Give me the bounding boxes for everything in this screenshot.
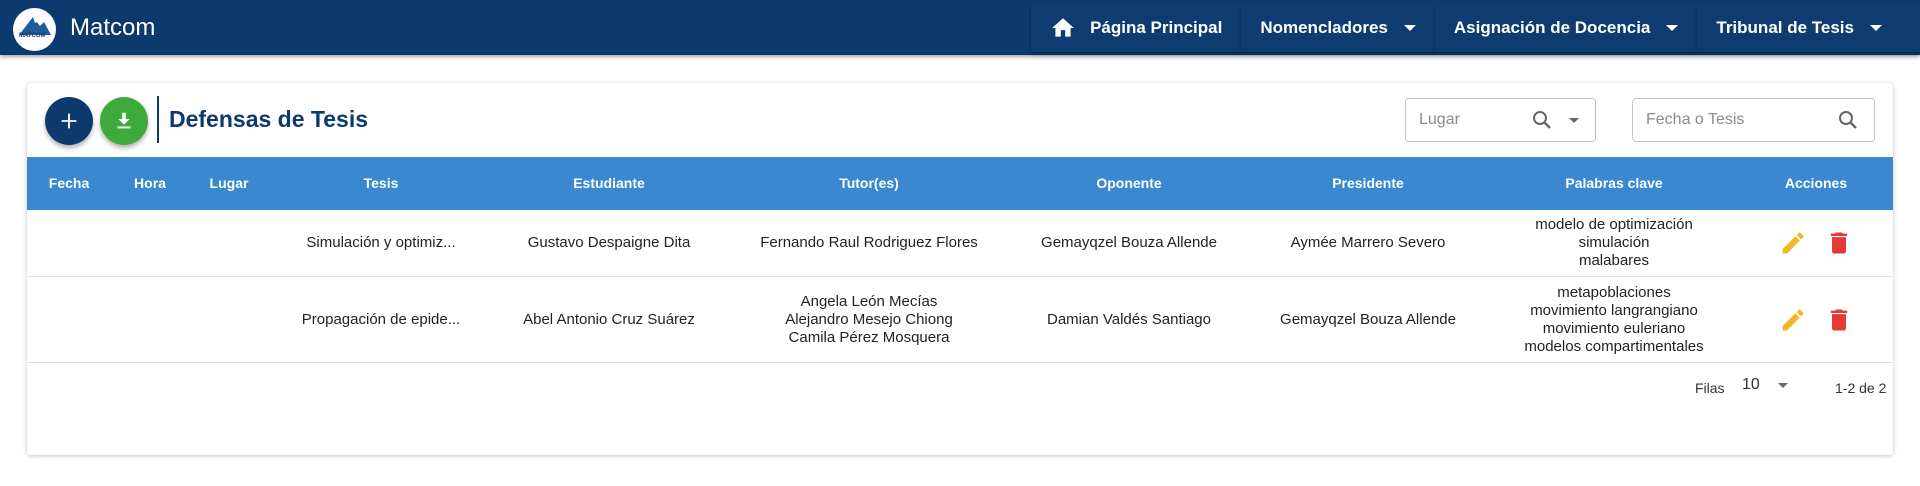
cell-tesis: Simulación y optimiz... (306, 234, 456, 251)
keyword: malabares (1578, 252, 1650, 269)
col-palabras-clave[interactable]: Palabras clave (1565, 157, 1662, 210)
lugar-select[interactable] (1405, 98, 1596, 142)
tutor-name: Alejandro Mesejo Chiong (785, 310, 953, 328)
nav-label: Tribunal de Tesis (1716, 17, 1854, 37)
add-button[interactable] (45, 97, 93, 145)
nav-asignacion-docencia[interactable]: Asignación de Docencia (1434, 3, 1698, 52)
col-tutores[interactable]: Tutor(es) (839, 157, 899, 210)
cell-oponente: Damian Valdés Santiago (1047, 310, 1211, 328)
col-presidente[interactable]: Presidente (1332, 157, 1404, 210)
rows-per-page-value: 10 (1742, 376, 1760, 393)
cell-presidente: Gemayqzel Bouza Allende (1280, 310, 1456, 328)
nav-label: Página Principal (1090, 17, 1223, 37)
plus-icon (61, 113, 77, 129)
app-brand[interactable]: Matcom (70, 13, 155, 42)
cell-presidente: Aymée Marrero Severo (1290, 234, 1446, 251)
nav-tribunal-tesis[interactable]: Tribunal de Tesis (1697, 3, 1920, 52)
download-button[interactable] (100, 97, 148, 145)
download-icon (117, 112, 131, 129)
cell-acciones (1779, 210, 1853, 276)
tutor-name: Angela León Mecías (800, 292, 938, 310)
search-icon[interactable] (1836, 108, 1860, 132)
col-oponente[interactable]: Oponente (1096, 157, 1161, 210)
cell-tesis: Propagación de epide... (301, 310, 461, 328)
nav-nomencladores[interactable]: Nomencladores (1241, 3, 1435, 52)
lugar-input[interactable] (1419, 111, 1530, 129)
delete-icon[interactable] (1825, 229, 1853, 257)
keyword: metapoblaciones (1557, 283, 1671, 301)
keyword: movimiento langrangiano (1530, 301, 1698, 319)
table-row[interactable]: Simulación y optimiz... Gustavo Despaign… (27, 210, 1893, 277)
rows-per-page-label: Filas (1695, 380, 1725, 396)
chevron-down-icon (1666, 24, 1679, 31)
chevron-down-icon (1403, 24, 1416, 31)
fecha-tesis-search[interactable] (1632, 98, 1875, 142)
rows-per-page-select[interactable]: 10 (1742, 376, 1788, 394)
table-row[interactable]: Propagación de epide... Abel Antonio Cru… (27, 277, 1893, 363)
keyword: simulación (1578, 234, 1650, 251)
nav-label: Nomencladores (1260, 17, 1388, 37)
cell-oponente: Gemayqzel Bouza Allende (1041, 234, 1217, 251)
nav-pagina-principal[interactable]: Página Principal (1031, 3, 1242, 52)
page-title: Defensas de Tesis (169, 106, 369, 132)
col-fecha[interactable]: Fecha (49, 157, 89, 210)
chevron-down-icon (1870, 24, 1882, 31)
col-lugar[interactable]: Lugar (210, 157, 249, 210)
pagination-range: 1-2 de 2 (1835, 380, 1887, 396)
tutor-name: Camila Pérez Mosquera (788, 328, 950, 346)
main-nav: Página Principal Nomencladores Asignació… (1031, 0, 1920, 55)
cell-tutores: Angela León Mecías Alejandro Mesejo Chio… (785, 277, 953, 362)
search-icon (1533, 111, 1551, 129)
cell-estudiante: Abel Antonio Cruz Suárez (523, 310, 695, 328)
cell-palabras-clave: metapoblaciones movimiento langrangiano … (1524, 277, 1703, 362)
cell-tutores: Fernando Raul Rodriguez Flores (760, 210, 978, 276)
keyword: modelo de optimización (1535, 216, 1693, 233)
keyword: movimiento euleriano (1542, 319, 1686, 337)
col-estudiante[interactable]: Estudiante (573, 157, 645, 210)
tutor-name: Fernando Raul Rodriguez Flores (760, 234, 978, 251)
cell-palabras-clave: modelo de optimización simulación malaba… (1535, 210, 1693, 276)
col-acciones: Acciones (1784, 175, 1848, 191)
home-icon (1052, 17, 1074, 37)
cell-acciones (1779, 277, 1853, 362)
chevron-down-icon[interactable] (1569, 117, 1579, 123)
logo-text: MATCOM (19, 33, 46, 39)
defensas-card: Defensas de Tesis Fecha Hora Lugar Tesis… (27, 83, 1893, 455)
col-tesis[interactable]: Tesis (364, 157, 399, 210)
edit-icon[interactable] (1779, 229, 1807, 257)
fecha-tesis-input[interactable] (1646, 111, 1836, 129)
keyword: modelos compartimentales (1524, 337, 1704, 355)
nav-label: Asignación de Docencia (1453, 17, 1651, 37)
edit-icon[interactable] (1779, 306, 1807, 334)
title-divider (157, 96, 159, 143)
col-hora[interactable]: Hora (134, 157, 166, 210)
chevron-down-icon (1777, 382, 1788, 388)
delete-icon[interactable] (1825, 306, 1853, 334)
matcom-logo[interactable]: MATCOM (13, 8, 56, 51)
app-bar: MATCOM Matcom Página Principal Nomenclad… (0, 0, 1920, 55)
table-header: Fecha Hora Lugar Tesis Estudiante Tutor(… (27, 157, 1893, 210)
cell-estudiante: Gustavo Despaigne Dita (527, 234, 691, 251)
table-pagination: Filas 10 1-2 de 2 (27, 363, 1893, 411)
